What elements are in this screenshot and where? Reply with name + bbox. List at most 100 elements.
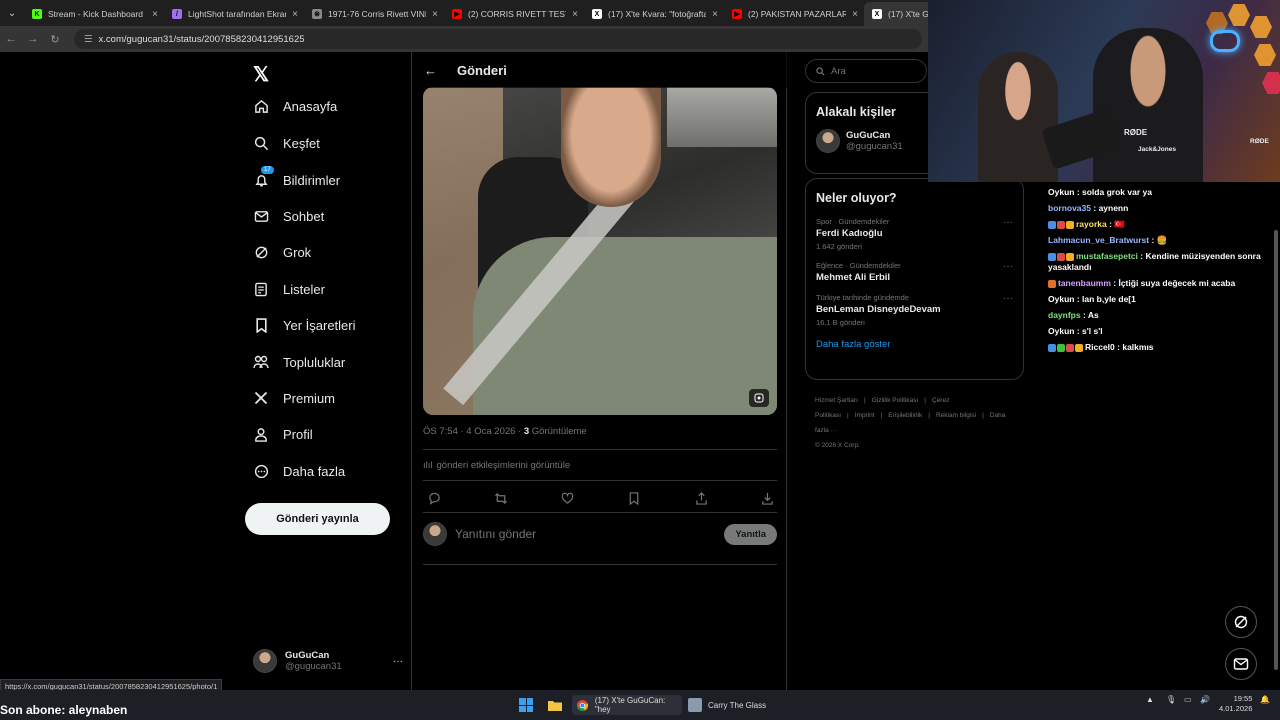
microphone-icon[interactable]: 🎙 bbox=[1166, 695, 1176, 704]
more-dots-icon[interactable]: ··· bbox=[1003, 217, 1013, 228]
list-icon bbox=[253, 281, 269, 297]
close-icon[interactable]: × bbox=[432, 9, 438, 20]
chat-badges bbox=[1048, 252, 1074, 261]
chat-message: bornova35 : aynenn bbox=[1048, 203, 1129, 213]
close-icon[interactable]: × bbox=[292, 9, 298, 20]
chat-message: tanenbaumm : İçtiği suya değecek mi acab… bbox=[1048, 278, 1270, 289]
bookmark-icon[interactable] bbox=[626, 490, 642, 506]
browser-tab[interactable]: ▶ (2) PAKISTAN PAZARLARI V × bbox=[724, 2, 864, 26]
chat-username[interactable]: Oykun bbox=[1048, 187, 1074, 197]
url-field[interactable]: ☰ x.com/gugucan31/status/200785823041295… bbox=[74, 29, 922, 49]
close-icon[interactable]: × bbox=[152, 9, 158, 20]
close-icon[interactable]: × bbox=[572, 9, 578, 20]
close-icon[interactable]: × bbox=[712, 9, 718, 20]
tab-title: Stream - Kick Dashboard bbox=[48, 9, 143, 19]
tab-title: (17) X'te Kvara: "fotoğraftak bbox=[608, 9, 707, 19]
post-time[interactable]: ÖS 7:54 · 4 Oca 2026 · bbox=[423, 426, 524, 437]
network-icon[interactable]: ▭ bbox=[1184, 695, 1192, 704]
sidebar-item-grok[interactable]: Grok bbox=[253, 244, 311, 260]
account-switcher[interactable]: GuGuCan @gugucan31 ··· bbox=[253, 649, 403, 673]
start-windows-icon[interactable] bbox=[519, 695, 533, 715]
chat-username[interactable]: mustafasepetci bbox=[1076, 251, 1138, 261]
close-icon[interactable]: × bbox=[852, 9, 858, 20]
chat-scrollbar[interactable] bbox=[1274, 230, 1278, 670]
back-arrow-icon[interactable]: ← bbox=[0, 33, 22, 45]
like-icon[interactable] bbox=[560, 490, 576, 506]
taskbar-clock[interactable]: 19:55 4.01.2026 bbox=[1219, 694, 1252, 714]
chat-username[interactable]: Lahmacun_ve_Bratwurst bbox=[1048, 235, 1149, 245]
forward-arrow-icon[interactable]: → bbox=[22, 33, 44, 45]
chat-username[interactable]: Riccel0 bbox=[1085, 342, 1115, 352]
download-icon[interactable] bbox=[760, 490, 776, 506]
chat-text: 🍔 bbox=[1156, 235, 1168, 245]
chat-username[interactable]: bornova35 bbox=[1048, 203, 1091, 213]
sidebar-item-x-premium[interactable]: Premium bbox=[253, 390, 335, 406]
tray-chevron-icon[interactable]: ▲ bbox=[1146, 695, 1154, 704]
sidebar-item-list[interactable]: Listeler bbox=[253, 281, 325, 297]
sidebar-item-more-circle[interactable]: Daha fazla bbox=[253, 463, 345, 479]
view-label: Görüntüleme bbox=[529, 426, 587, 437]
x-logo-icon[interactable]: 𝕏 bbox=[253, 62, 269, 87]
trend-title: BenLeman DisneydeDevam bbox=[816, 304, 941, 315]
more-dots-icon[interactable]: ··· bbox=[1003, 261, 1013, 272]
browser-tab[interactable]: K Stream - Kick Dashboard × bbox=[24, 2, 164, 26]
view-engagements-link[interactable]: ılıl gönderi etkileşimlerini görüntüle bbox=[423, 460, 570, 471]
more-dots-icon[interactable]: ··· bbox=[1003, 293, 1013, 304]
sidebar-item-label: Premium bbox=[283, 390, 336, 406]
site-settings-icon[interactable]: ☰ bbox=[84, 34, 93, 45]
post-media-video[interactable] bbox=[423, 87, 777, 415]
chat-username[interactable]: rayorka bbox=[1076, 219, 1107, 229]
footer-link[interactable]: Gizlilik Politikası bbox=[872, 397, 919, 404]
grok-fab-icon[interactable] bbox=[1225, 606, 1257, 638]
sidebar-item-home[interactable]: Anasayfa bbox=[253, 98, 337, 114]
search-input[interactable]: Ara bbox=[805, 59, 927, 83]
sidebar-item-label: Anasayfa bbox=[283, 98, 338, 114]
sidebar-item-profile[interactable]: Profil bbox=[253, 426, 313, 442]
reload-icon[interactable]: ↻ bbox=[44, 33, 66, 46]
browser-tab[interactable]: ⊗ 1971-76 Corris Rivett VINPI × bbox=[304, 2, 444, 26]
taskbar-app-item[interactable]: Carry The Glass bbox=[686, 695, 776, 715]
sidebar-item-bell[interactable]: 17 Bildirimler bbox=[253, 166, 340, 188]
person-face bbox=[561, 87, 661, 207]
more-dots-icon[interactable]: ··· bbox=[393, 656, 403, 667]
footer-link[interactable]: Imprint bbox=[855, 412, 875, 419]
chat-message: rayorka : 🇹🇷 bbox=[1048, 219, 1270, 230]
reply-button[interactable]: Yanıtla bbox=[724, 523, 777, 545]
chat-username[interactable]: tanenbaumm bbox=[1058, 278, 1111, 288]
webcam-overlay: RØDE Jack&Jones RØDE bbox=[928, 0, 1280, 182]
chat-username[interactable]: daynfps bbox=[1048, 310, 1081, 320]
footer-link[interactable]: Reklam bilgisi bbox=[936, 412, 976, 419]
repost-icon[interactable] bbox=[493, 490, 509, 506]
reply-icon[interactable] bbox=[426, 490, 442, 506]
volume-icon[interactable]: 🔊 bbox=[1200, 695, 1210, 704]
footer-link[interactable]: Erişilebilirlik bbox=[888, 412, 922, 419]
taskbar-chrome-item[interactable]: (17) X'te GuGuCan: "hey bbox=[572, 695, 682, 715]
reply-input[interactable]: Yanıtını gönder bbox=[455, 527, 716, 541]
sidebar-item-mail[interactable]: Sohbet bbox=[253, 208, 324, 224]
tab-favicon-icon: X bbox=[872, 9, 882, 19]
sidebar-item-bookmark[interactable]: Yer İşaretleri bbox=[253, 317, 356, 333]
show-more-link[interactable]: Daha fazla göster bbox=[806, 331, 1023, 362]
messages-fab-icon[interactable] bbox=[1225, 648, 1257, 680]
browser-tab[interactable]: X (17) X'te Kvara: "fotoğraftak × bbox=[584, 2, 724, 26]
sidebar-item-search[interactable]: Keşfet bbox=[253, 135, 320, 151]
browser-tab[interactable]: / LightShot tarafından Ekran G × bbox=[164, 2, 304, 26]
back-arrow-icon[interactable]: ← bbox=[424, 63, 437, 78]
share-icon[interactable] bbox=[693, 490, 709, 506]
sidebar-item-communities[interactable]: Topluluklar bbox=[253, 354, 345, 370]
footer-link[interactable]: Hizmet Şartları bbox=[815, 397, 858, 404]
file-explorer-icon[interactable] bbox=[547, 695, 563, 715]
trend-item[interactable]: Spor · Gündemdekiler Ferdi Kadıoğlu 1.642 … bbox=[806, 211, 1023, 255]
trend-item[interactable]: Eğlence · Gündemdekiler Mehmet Ali Erbil ·… bbox=[806, 255, 1023, 287]
account-name: GuGuCan bbox=[285, 650, 330, 661]
tab-search-icon[interactable]: ⌄ bbox=[0, 0, 24, 26]
chat-username[interactable]: Oykun bbox=[1048, 326, 1074, 336]
alt-media-icon[interactable] bbox=[749, 389, 769, 407]
chat-username[interactable]: Oykun bbox=[1048, 294, 1074, 304]
trend-item[interactable]: Türkiye tarihinde gündemde BenLeman Disne… bbox=[806, 287, 1023, 331]
post-button[interactable]: Gönderi yayınla bbox=[245, 503, 390, 535]
notification-icon[interactable]: 🔔 bbox=[1260, 695, 1270, 704]
footer-links: Hizmet Şartları | Gizlilik Politikası | Çere… bbox=[815, 393, 1020, 453]
browser-tab[interactable]: ▶ (2) CORRIS RIVETT TESTING × bbox=[444, 2, 584, 26]
streamer-left bbox=[978, 52, 1058, 182]
